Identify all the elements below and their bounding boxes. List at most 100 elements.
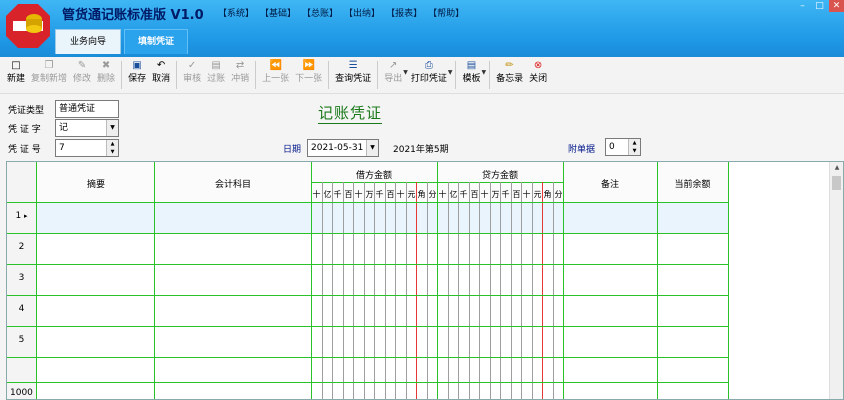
tab-business-guide[interactable]: 业务向导 bbox=[55, 29, 121, 54]
cancel-button[interactable]: ↶ 取消 bbox=[149, 57, 173, 86]
prev-icon: ⏪ bbox=[269, 60, 283, 71]
template-label: 模板 bbox=[462, 74, 481, 84]
close-icon: ⊗ bbox=[533, 60, 543, 71]
menu-cashier[interactable]: 【出纳】 bbox=[344, 6, 380, 19]
new-button[interactable]: □ 新建 bbox=[4, 57, 28, 86]
toolbar-separator bbox=[377, 61, 379, 89]
debit-digit-label: 千 bbox=[375, 190, 384, 199]
stepper-icon[interactable]: ▲ ▼ bbox=[106, 140, 118, 156]
grid-column-line bbox=[521, 182, 522, 399]
debit-digit-label: 千 bbox=[333, 190, 342, 199]
grid-column-line bbox=[448, 182, 449, 399]
grid-column-line bbox=[532, 182, 533, 399]
tab-fill-voucher[interactable]: 填制凭证 bbox=[124, 29, 188, 54]
post-label: 过账 bbox=[207, 74, 226, 84]
audit-button[interactable]: ✓ 审核 bbox=[180, 57, 204, 86]
save-button[interactable]: ▣ 保存 bbox=[125, 57, 149, 86]
reverse-icon: ⇄ bbox=[235, 60, 245, 71]
modify-button[interactable]: ✎ 修改 bbox=[70, 57, 94, 86]
grid-column-line bbox=[374, 182, 375, 399]
close-button[interactable]: ⊗ 关闭 bbox=[526, 57, 550, 86]
grid-row-line bbox=[7, 382, 728, 383]
grid-column-line bbox=[458, 182, 459, 399]
scroll-thumb[interactable] bbox=[832, 176, 841, 190]
attachment-value: 0 bbox=[609, 142, 615, 152]
template-dropdown-icon[interactable]: ▼ bbox=[481, 69, 486, 76]
print-voucher-button[interactable]: ⎙ 打印凭证 bbox=[408, 57, 450, 86]
menu-system[interactable]: 【系统】 bbox=[218, 6, 254, 19]
copy-new-label: 复制新增 bbox=[31, 74, 68, 84]
minimize-button[interactable]: – bbox=[795, 0, 810, 12]
toolbar-separator bbox=[328, 61, 330, 89]
printer-icon: ⎙ bbox=[424, 60, 433, 71]
post-icon: ▤ bbox=[211, 60, 221, 71]
balance-header: 当前余额 bbox=[674, 180, 711, 190]
grid-column-line bbox=[332, 182, 333, 399]
voucher-word-select[interactable]: 记 ▼ bbox=[55, 119, 119, 137]
menu-report[interactable]: 【报表】 bbox=[386, 6, 422, 19]
grid-column-line bbox=[511, 182, 512, 399]
chevron-down-icon[interactable]: ▼ bbox=[106, 120, 118, 136]
attachment-label: 附单据 bbox=[568, 145, 596, 155]
attachment-stepper[interactable]: 0 ▲ ▼ bbox=[605, 138, 641, 156]
toolbar: □ 新建 ❐ 复制新增 ✎ 修改 ✖ 删除 ▣ 保存 ↶ 取消 ✓ 审核 ▤ 过账 ⇄ 冲销 ⏪ 上… bbox=[0, 57, 844, 94]
menu-ledger[interactable]: 【总账】 bbox=[302, 6, 338, 19]
copy-icon: ❐ bbox=[44, 60, 54, 71]
grid-column-line bbox=[154, 162, 155, 399]
credit-digit-label: 十 bbox=[480, 190, 489, 199]
grid-row-line bbox=[7, 295, 728, 296]
stepper-icon[interactable]: ▲ ▼ bbox=[628, 139, 640, 155]
next-button[interactable]: ⏩ 下一张 bbox=[292, 57, 325, 86]
close-window-button[interactable]: ✕ bbox=[829, 0, 844, 12]
voucher-word-label: 凭 证 字 bbox=[8, 125, 41, 135]
modify-label: 修改 bbox=[73, 74, 92, 84]
close-label: 关闭 bbox=[529, 74, 548, 84]
debit-digit-label: 角 bbox=[417, 190, 426, 199]
delete-button[interactable]: ✖ 删除 bbox=[94, 57, 118, 86]
debit-digit-label: 十 bbox=[396, 190, 405, 199]
stamp-icon: ✓ bbox=[187, 60, 197, 71]
post-button[interactable]: ▤ 过账 bbox=[204, 57, 228, 86]
grid-column-line bbox=[36, 162, 37, 399]
row-number: 2 bbox=[18, 242, 25, 252]
date-picker[interactable]: 2021-05-31 ▼ bbox=[307, 139, 379, 157]
grid-column-line bbox=[395, 182, 396, 399]
scroll-up-icon[interactable]: ▲ bbox=[830, 162, 843, 174]
voucher-no-stepper[interactable]: 7 ▲ ▼ bbox=[55, 139, 119, 157]
grid-column-line bbox=[406, 182, 407, 399]
voucher-type-field[interactable]: 普通凭证 bbox=[55, 100, 119, 118]
menu-basic[interactable]: 【基础】 bbox=[260, 6, 296, 19]
prev-button[interactable]: ⏪ 上一张 bbox=[259, 57, 292, 86]
template-button[interactable]: ▤ 模板 bbox=[459, 57, 483, 86]
grid-column-line bbox=[322, 182, 323, 399]
date-label: 日期 bbox=[283, 145, 302, 155]
query-icon: ☰ bbox=[348, 60, 358, 71]
reverse-button[interactable]: ⇄ 冲销 bbox=[228, 57, 252, 86]
query-voucher-button[interactable]: ☰ 查询凭证 bbox=[332, 57, 374, 86]
grid-column-line bbox=[364, 182, 365, 399]
grid-row-line bbox=[311, 182, 563, 183]
maximize-button[interactable]: □ bbox=[812, 0, 827, 12]
voucher-no-value: 7 bbox=[59, 143, 65, 153]
menu-bar: 【系统】 【基础】 【总账】 【出纳】 【报表】 【帮助】 bbox=[218, 6, 470, 19]
voucher-word-value: 记 bbox=[59, 123, 69, 133]
grid-column-line bbox=[427, 182, 428, 399]
memo-button[interactable]: ✏ 备忘录 bbox=[493, 57, 526, 86]
credit-digit-label: 千 bbox=[501, 190, 510, 199]
print-label: 打印凭证 bbox=[410, 74, 447, 84]
toolbar-separator bbox=[489, 61, 491, 89]
new-icon: □ bbox=[11, 60, 21, 71]
chevron-down-icon[interactable]: ▼ bbox=[366, 140, 378, 156]
export-button[interactable]: ↗ 导出 bbox=[381, 57, 405, 86]
voucher-entry-grid[interactable]: 摘要 会计科目 借方金额 贷方金额 备注 当前余额 十亿千百十万千百十元角分十亿… bbox=[6, 161, 844, 400]
menu-help[interactable]: 【帮助】 bbox=[428, 6, 464, 19]
grid-column-line bbox=[728, 162, 729, 399]
vertical-scrollbar[interactable]: ▲ bbox=[829, 162, 843, 399]
print-dropdown-icon[interactable]: ▼ bbox=[448, 69, 453, 76]
title-bar: 管货通记账标准版 V1.0 【系统】 【基础】 【总账】 【出纳】 【报表】 【… bbox=[0, 0, 844, 57]
copy-new-button[interactable]: ❐ 复制新增 bbox=[28, 57, 70, 86]
credit-digit-label: 十 bbox=[438, 190, 447, 199]
voucher-header: 凭证类型 普通凭证 凭 证 字 记 ▼ 凭 证 号 7 ▲ ▼ 记账凭证 日期 2… bbox=[0, 95, 844, 160]
account-header: 会计科目 bbox=[214, 180, 251, 190]
row-number: 4 bbox=[18, 304, 25, 314]
